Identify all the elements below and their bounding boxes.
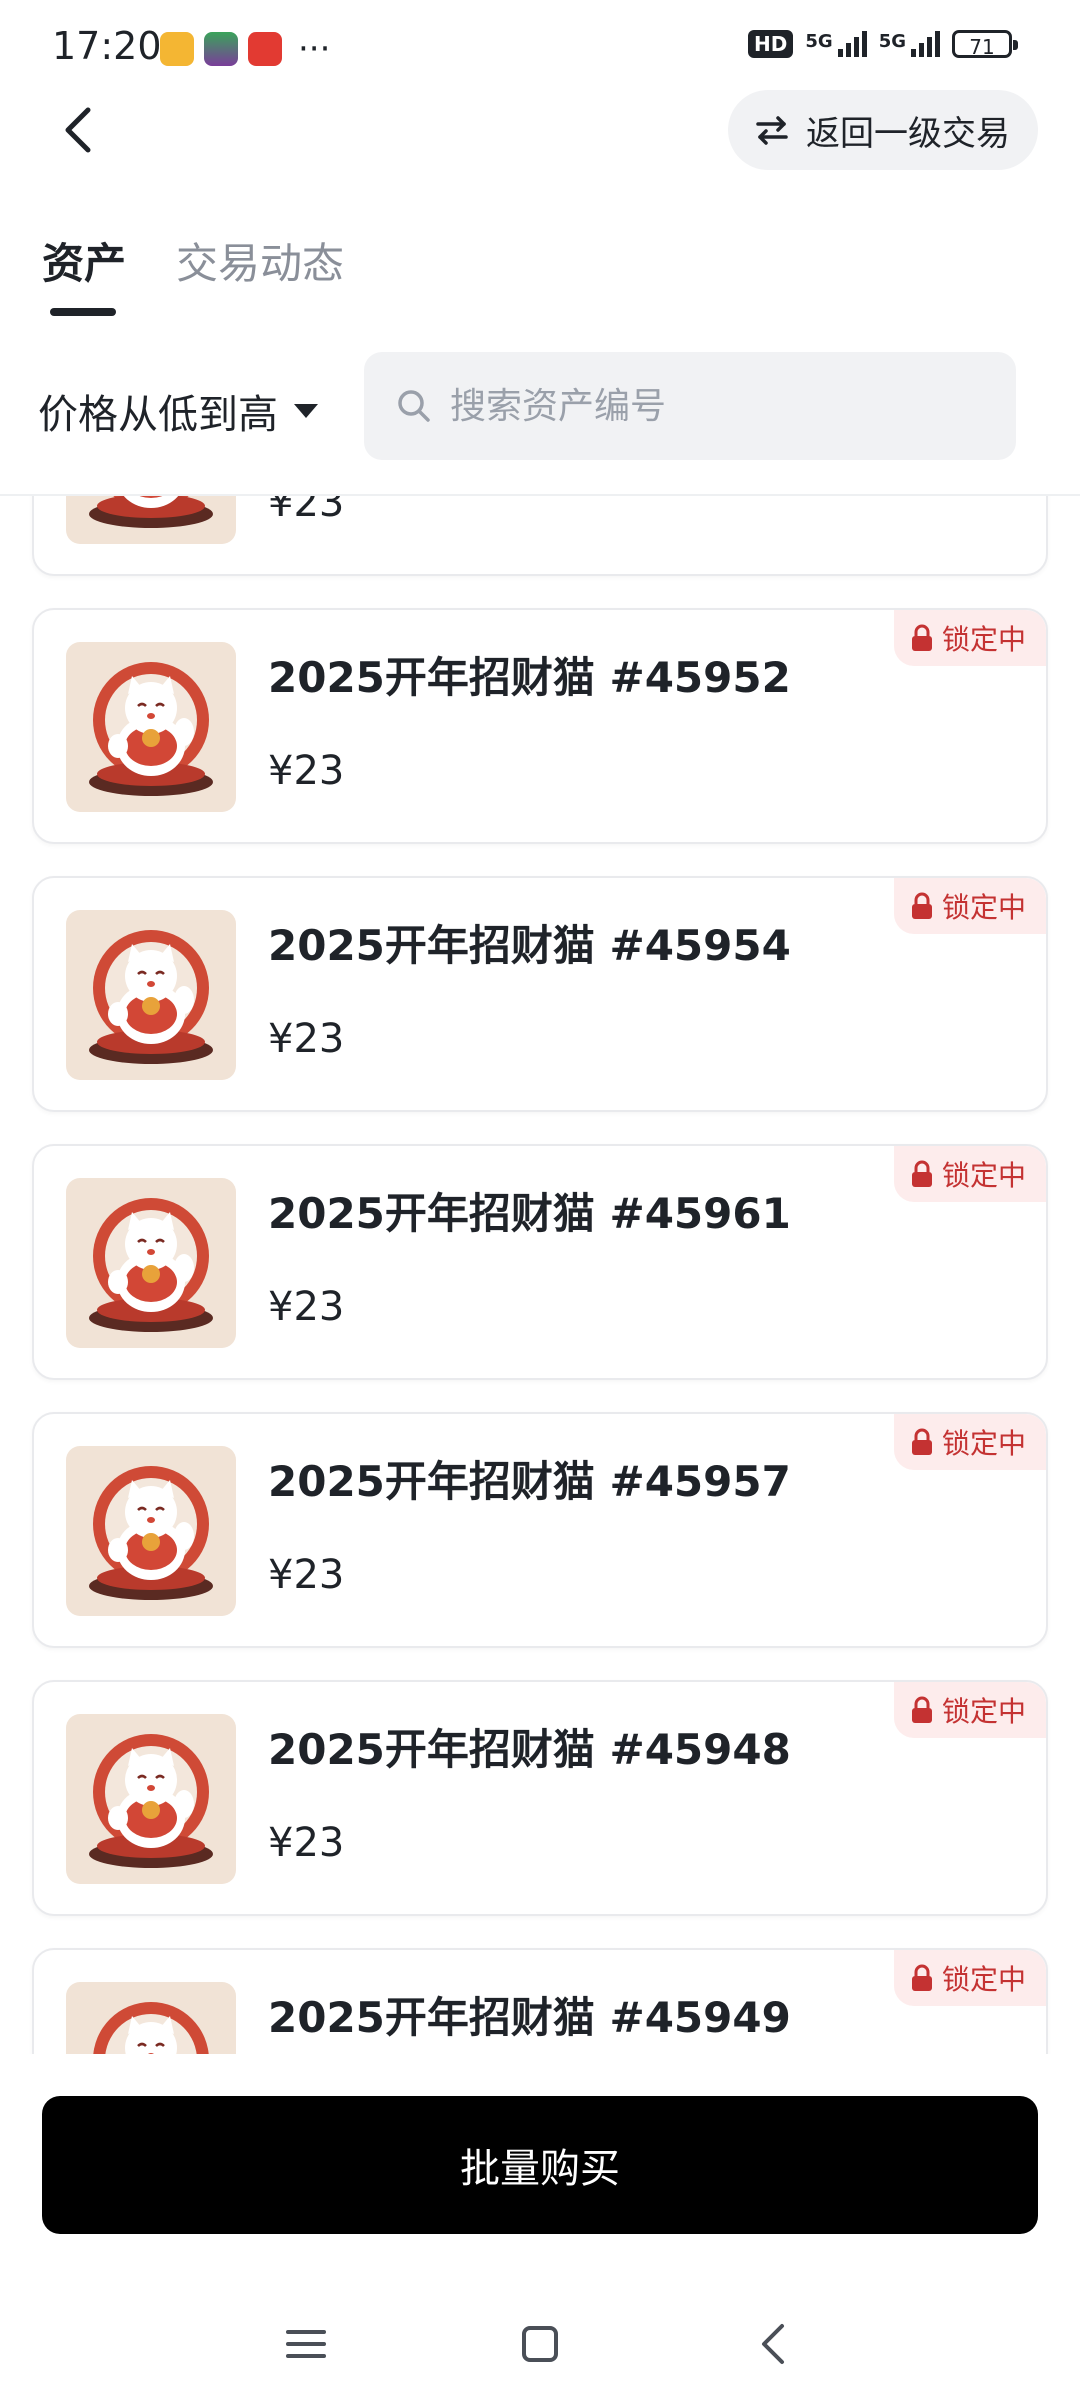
asset-price: ¥23 bbox=[268, 748, 345, 794]
lock-icon bbox=[911, 1964, 932, 1991]
lock-icon bbox=[911, 624, 932, 651]
nav-menu-button[interactable] bbox=[276, 2314, 336, 2374]
square-icon bbox=[522, 2326, 558, 2362]
network-type-label: 5G bbox=[805, 31, 833, 52]
asset-card[interactable]: 2025开年招财猫 #45961 ¥23 锁定中 bbox=[32, 1144, 1048, 1380]
tab-assets-label: 资产 bbox=[42, 239, 127, 288]
status-bar: 17:20 ··· HD 5G 5G 71 bbox=[0, 0, 1080, 96]
tab-trade-activity-label: 交易动态 bbox=[176, 239, 345, 288]
locked-label: 锁定中 bbox=[941, 1427, 1026, 1460]
sort-dropdown[interactable]: 价格从低到高 bbox=[38, 382, 318, 440]
asset-card[interactable]: 2025开年招财猫 #45949 ¥23 锁定中 bbox=[32, 1948, 1048, 2054]
asset-title: 2025开年招财猫 #45954 bbox=[268, 921, 791, 970]
search-box[interactable] bbox=[364, 352, 1016, 460]
notification-icons: ··· bbox=[160, 32, 330, 66]
tab-bar: 资产 交易动态 bbox=[42, 230, 344, 316]
asset-price: ¥23 bbox=[268, 1552, 345, 1598]
game-app-icon bbox=[204, 32, 238, 66]
notes-app-icon bbox=[160, 32, 194, 66]
locked-label: 锁定中 bbox=[941, 891, 1026, 924]
asset-card[interactable]: 2025开年招财猫 #45952 ¥23 锁定中 bbox=[32, 608, 1048, 844]
asset-card[interactable]: ¥23 bbox=[32, 496, 1048, 576]
lock-icon bbox=[911, 892, 932, 919]
locked-label: 锁定中 bbox=[941, 1695, 1026, 1728]
asset-price: ¥23 bbox=[268, 1284, 345, 1330]
lucky-cat-thumbnail bbox=[66, 1714, 236, 1884]
status-time: 17:20 bbox=[52, 24, 162, 68]
asset-price: ¥23 bbox=[268, 1820, 345, 1866]
asset-price: ¥23 bbox=[268, 1016, 345, 1062]
locked-badge: 锁定中 bbox=[893, 1950, 1046, 2006]
asset-list[interactable]: ¥23 2025开年招财猫 #45952 ¥23 锁定中 2025开年招财猫 #… bbox=[0, 496, 1080, 2054]
system-nav-bar bbox=[0, 2290, 1080, 2400]
lucky-cat-thumbnail bbox=[66, 1178, 236, 1348]
lucky-cat-thumbnail bbox=[66, 642, 236, 812]
locked-badge: 锁定中 bbox=[893, 1682, 1046, 1738]
asset-card[interactable]: 2025开年招财猫 #45954 ¥23 锁定中 bbox=[32, 876, 1048, 1112]
lucky-cat-thumbnail bbox=[66, 1446, 236, 1616]
tab-trade-activity[interactable]: 交易动态 bbox=[176, 230, 344, 291]
bulk-buy-button[interactable]: 批量购买 bbox=[42, 2096, 1038, 2234]
asset-card[interactable]: 2025开年招财猫 #45957 ¥23 锁定中 bbox=[32, 1412, 1048, 1648]
lucky-cat-thumbnail bbox=[66, 910, 236, 1080]
signal-icon-2: 5G bbox=[879, 31, 940, 57]
asset-title: 2025开年招财猫 #45961 bbox=[268, 1189, 791, 1238]
back-button[interactable] bbox=[50, 100, 110, 160]
chevron-left-icon bbox=[65, 107, 91, 153]
asset-price: ¥23 bbox=[268, 496, 345, 526]
search-icon bbox=[398, 390, 430, 422]
active-tab-indicator bbox=[50, 308, 116, 316]
nav-home-button[interactable] bbox=[510, 2314, 570, 2374]
locked-label: 锁定中 bbox=[941, 623, 1026, 656]
nav-back-button[interactable] bbox=[744, 2314, 804, 2374]
lock-icon bbox=[911, 1428, 932, 1455]
search-input[interactable] bbox=[448, 384, 972, 428]
tab-assets[interactable]: 资产 bbox=[42, 230, 127, 316]
locked-badge: 锁定中 bbox=[893, 610, 1046, 666]
swap-arrows-icon bbox=[756, 116, 788, 145]
news-app-icon bbox=[248, 32, 282, 66]
asset-title: 2025开年招财猫 #45957 bbox=[268, 1457, 791, 1506]
locked-badge: 锁定中 bbox=[893, 1146, 1046, 1202]
return-primary-market-button[interactable]: 返回一级交易 bbox=[728, 90, 1038, 170]
chevron-left-icon bbox=[762, 2324, 784, 2364]
asset-title: 2025开年招财猫 #45949 bbox=[268, 1993, 791, 2042]
asset-title: 2025开年招财猫 #45952 bbox=[268, 653, 791, 702]
lock-icon bbox=[911, 1696, 932, 1723]
locked-badge: 锁定中 bbox=[893, 1414, 1046, 1470]
lock-icon bbox=[911, 1160, 932, 1187]
asset-title: 2025开年招财猫 #45948 bbox=[268, 1725, 791, 1774]
battery-icon: 71 bbox=[952, 30, 1018, 59]
lucky-cat-thumbnail bbox=[66, 1982, 236, 2054]
locked-label: 锁定中 bbox=[941, 1963, 1026, 1996]
locked-badge: 锁定中 bbox=[893, 878, 1046, 934]
asset-card[interactable]: 2025开年招财猫 #45948 ¥23 锁定中 bbox=[32, 1680, 1048, 1916]
caret-down-icon bbox=[294, 404, 318, 418]
menu-icon bbox=[286, 2330, 326, 2358]
lucky-cat-thumbnail bbox=[66, 496, 236, 544]
hd-voice-icon: HD bbox=[748, 30, 794, 58]
return-primary-market-label: 返回一级交易 bbox=[806, 113, 1010, 154]
signal-icon: 5G bbox=[805, 31, 867, 57]
network-type-label-2: 5G bbox=[878, 31, 906, 52]
locked-label: 锁定中 bbox=[941, 1159, 1026, 1192]
more-notifications-icon: ··· bbox=[298, 29, 331, 69]
sort-label: 价格从低到高 bbox=[38, 392, 278, 438]
status-indicators: HD 5G 5G 71 bbox=[748, 30, 1018, 59]
